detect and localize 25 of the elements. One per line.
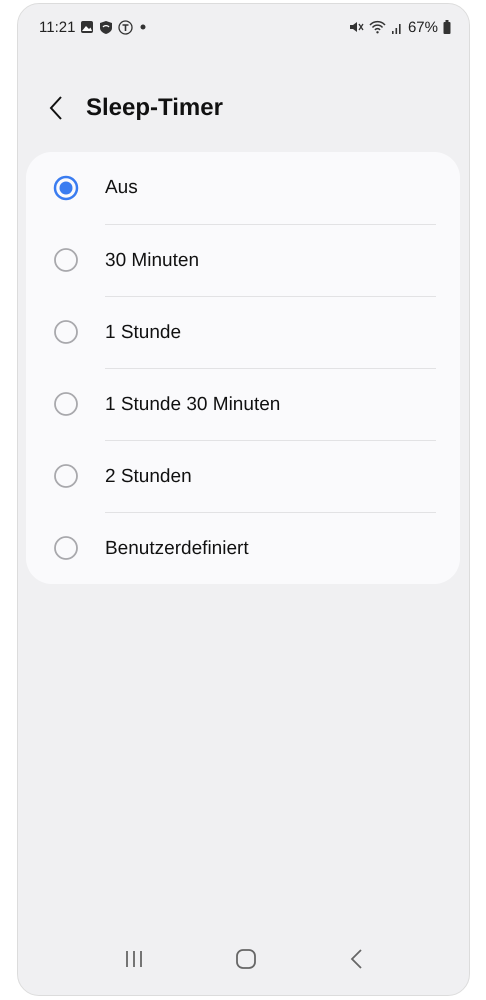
battery-percent: 67% (408, 18, 438, 36)
radio-button[interactable] (53, 247, 79, 273)
recent-apps-button[interactable] (124, 949, 144, 969)
wifi-icon (368, 20, 386, 34)
radio-button[interactable] (53, 463, 79, 489)
battery-icon (443, 20, 451, 34)
option-label[interactable]: 2 Stunden (105, 440, 436, 512)
dot-icon (138, 22, 148, 32)
shield-icon (99, 20, 114, 34)
option-label[interactable]: 30 Minuten (105, 224, 436, 296)
circle-logo-icon (118, 20, 134, 34)
radio-button[interactable] (53, 319, 79, 345)
option-label[interactable]: Benutzerdefiniert (105, 512, 436, 584)
option-label[interactable]: 1 Stunde (105, 296, 436, 368)
image-icon (80, 20, 94, 34)
back-nav-button[interactable] (349, 948, 364, 970)
page-title: Sleep-Timer (86, 94, 223, 122)
home-button[interactable] (235, 948, 258, 970)
status-time: 11:21 (39, 18, 76, 36)
option-label[interactable]: 1 Stunde 30 Minuten (105, 368, 436, 440)
radio-button[interactable] (53, 175, 79, 201)
radio-button[interactable] (53, 535, 79, 561)
radio-button[interactable] (53, 391, 79, 417)
option-label[interactable]: Aus (105, 152, 436, 224)
mute-icon (348, 20, 364, 34)
